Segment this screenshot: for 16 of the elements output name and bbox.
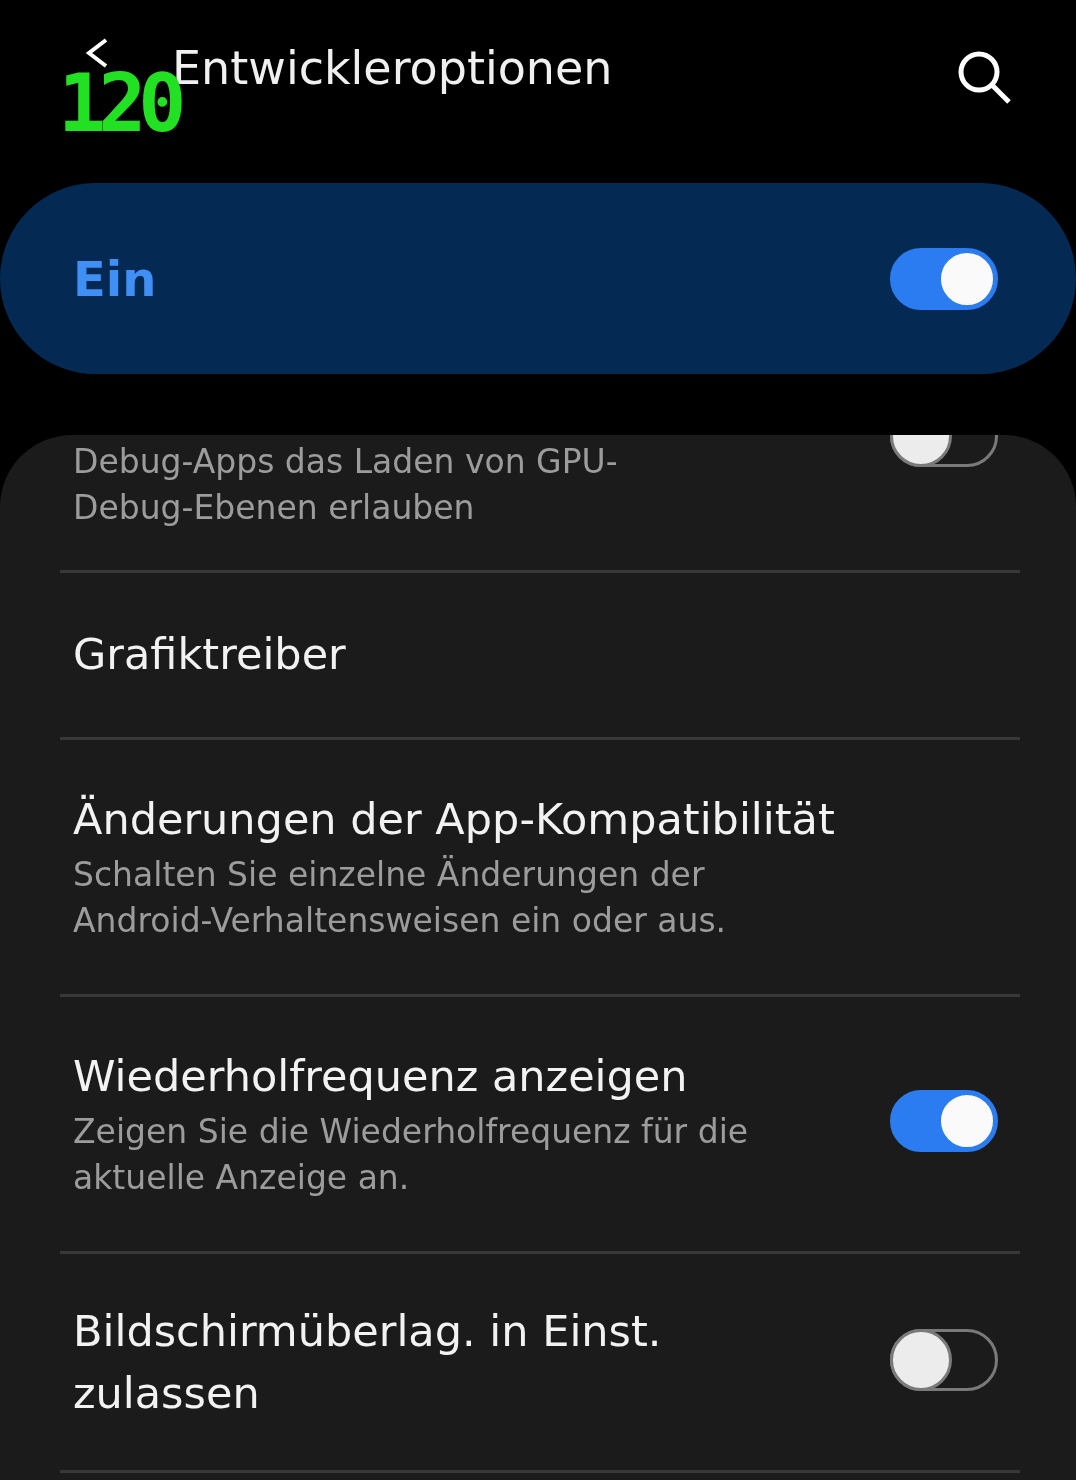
settings-row[interactable]: Bildschirmüberlag. in Einst. zulassen bbox=[60, 1254, 1020, 1473]
setting-title: Änderungen der App-Kompatibilität bbox=[73, 793, 836, 846]
settings-row[interactable]: Änderungen der App-Kompatibilität Schalten Sie einzelne Änderungen der Android-Verhaltensweisen ein oder aus. bbox=[60, 740, 1020, 997]
toggle-switch[interactable] bbox=[890, 1329, 998, 1391]
setting-description: Debug-Apps das Laden von GPU-Debug-Ebenen erlauben bbox=[73, 441, 619, 529]
master-switch-bar[interactable]: Ein bbox=[0, 183, 1076, 374]
back-icon[interactable] bbox=[84, 38, 110, 68]
setting-title: Wiederholfrequenz anzeigen bbox=[73, 1050, 689, 1103]
setting-description: Zeigen Sie die Wiederholfrequenz für die aktuelle Anzeige an. bbox=[73, 1111, 750, 1199]
settings-row[interactable]: Debug-Apps das Laden von GPU-Debug-Ebenen erlauben bbox=[60, 435, 1020, 573]
settings-row[interactable]: Wiederholfrequenz anzeigen Zeigen Sie die Wiederholfrequenz für die aktuelle Anzeige an. bbox=[60, 997, 1020, 1254]
settings-row[interactable]: Grafiktreiber bbox=[60, 573, 1020, 740]
setting-description: Schalten Sie einzelne Änderungen der Android-Verhaltensweisen ein oder aus. bbox=[73, 854, 728, 942]
setting-title: Bildschirmüberlag. in Einst. zulassen bbox=[73, 1305, 663, 1420]
switch-label: Ein bbox=[73, 250, 157, 307]
setting-title: Grafiktreiber bbox=[73, 628, 347, 681]
